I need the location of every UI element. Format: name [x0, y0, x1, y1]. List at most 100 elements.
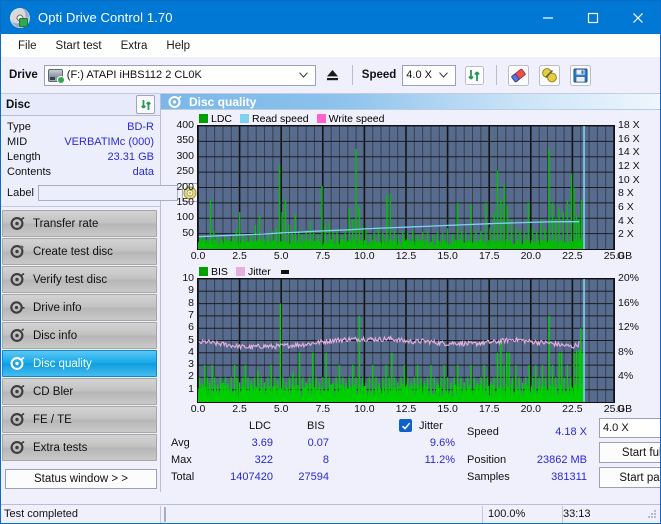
main-panel: Disc quality LDC Read speed Write speed … — [161, 94, 660, 492]
refresh-button[interactable] — [462, 63, 487, 88]
y-axis-left-top: 50 100 150 200 250 300 350 400 — [163, 119, 197, 248]
sidebar-item-label: Verify test disc — [33, 273, 108, 286]
disc-burn-icon — [10, 244, 25, 259]
y-tick-label: 6 — [188, 321, 194, 334]
stats-samples-value: 381311 — [551, 471, 587, 483]
y-tick-label: 5 — [188, 333, 194, 346]
y-tick-label: 250 — [176, 165, 194, 178]
disc-key-type: Type — [7, 121, 31, 133]
stats-position-value: 23862 MB — [536, 454, 587, 466]
legend-label-bis: BIS — [211, 265, 228, 278]
disc-label-input[interactable] — [37, 184, 178, 201]
speed-select[interactable]: 4.0 X — [402, 64, 457, 86]
x-tick-label: 0.0 — [190, 403, 206, 415]
drive-select[interactable]: (F:) ATAPI iHBS112 2 CL0K — [43, 64, 316, 86]
legend-entry-write-speed: Write speed — [316, 112, 385, 125]
maximize-button[interactable] — [570, 1, 615, 34]
y-tick-label: 7 — [188, 308, 194, 321]
disc-row-contents: Contents data — [7, 165, 154, 180]
minimize-button[interactable] — [525, 1, 570, 34]
eject-button[interactable] — [322, 65, 343, 86]
disc-panel: Disc Type BD-R MID VERBATIMc (000) Lengt… — [1, 94, 198, 207]
menu-item-help[interactable]: Help — [157, 37, 199, 55]
speed-label: Speed — [361, 69, 397, 81]
start-full-button[interactable]: Start full — [599, 442, 660, 463]
sidebar: Disc Type BD-R MID VERBATIMc (000) Lengt… — [1, 94, 198, 492]
legend-swatch-write-speed — [316, 114, 326, 123]
y-tick-label: 150 — [176, 195, 194, 208]
stats-row-avg: Avg — [171, 437, 190, 449]
y2-tick-label: 20% — [618, 272, 640, 284]
disc-refresh-button[interactable] — [136, 95, 155, 114]
toolbar: Drive (F:) ATAPI iHBS112 2 CL0K Speed 4.… — [1, 57, 660, 94]
content-area: Disc Type BD-R MID VERBATIMc (000) Lengt… — [1, 94, 660, 492]
drive-select-value: (F:) ATAPI iHBS112 2 CL0K — [66, 69, 202, 81]
stats-header-bis: BIS — [307, 420, 325, 432]
y2-tick-label: 18 X — [618, 119, 640, 131]
x-tick-label: 7.5 — [315, 250, 331, 262]
start-part-button[interactable]: Start part — [599, 467, 660, 488]
sidebar-item-drive-info[interactable]: Drive info — [2, 294, 157, 321]
drive-label: Drive — [9, 69, 38, 81]
menu-item-extra[interactable]: Extra — [112, 37, 157, 55]
disc-verify-icon — [10, 272, 25, 287]
gridlines — [198, 126, 614, 249]
menu-item-start-test[interactable]: Start test — [47, 37, 111, 55]
refresh-disc-icon — [140, 99, 151, 110]
sidebar-item-create-test-disc[interactable]: Create test disc — [2, 238, 157, 265]
sidebar-item-label: Drive info — [33, 301, 82, 314]
stats-area: LDC BIS Jitter Avg Max Total 3.69 322 14… — [161, 416, 660, 492]
sidebar-item-transfer-rate[interactable]: Transfer rate — [2, 210, 157, 237]
legend-label-read-speed: Read speed — [252, 112, 309, 125]
stats-ldc-total: 1407420 — [230, 471, 273, 483]
chart-ldc-readspeed: LDC Read speed Write speed 50 100 150 200 25… — [163, 112, 658, 263]
status-window-button[interactable]: Status window > > — [5, 469, 157, 489]
cd-bler-icon — [10, 384, 25, 399]
sidebar-item-verify-test-disc[interactable]: Verify test disc — [2, 266, 157, 293]
stats-bis-total: 27594 — [298, 471, 329, 483]
save-button[interactable] — [568, 63, 593, 88]
sidebar-item-disc-quality[interactable]: Disc quality — [2, 350, 157, 377]
resize-grip[interactable] — [646, 508, 658, 520]
window-controls — [525, 1, 660, 34]
sidebar-item-disc-info[interactable]: Disc info — [2, 322, 157, 349]
plot-row-bottom: 1 2 3 4 5 6 7 8 9 10 4% 8% 12% 16% 20% — [163, 272, 658, 403]
jitter-checkbox[interactable] — [399, 419, 412, 432]
sidebar-item-label: CD Bler — [33, 385, 74, 398]
x-axis-top: 0.0 2.5 5.0 7.5 10.0 12.5 15.0 17.5 20.0 22.5 25.0… — [163, 250, 658, 263]
sidebar-item-label: FE / TE — [33, 413, 72, 426]
legend-swatch-ldc — [199, 114, 208, 123]
x-tick-label: 20.0 — [520, 403, 542, 415]
bulb-icon — [539, 64, 561, 86]
stats-position-label: Position — [467, 454, 507, 466]
stats-bis-max: 8 — [322, 454, 329, 466]
speed-select-value: 4.0 X — [406, 69, 432, 81]
bulb-button[interactable] — [537, 63, 562, 88]
plot-top — [197, 125, 615, 250]
menu-item-file[interactable]: File — [9, 37, 46, 55]
y2-tick-label: 12% — [618, 321, 640, 334]
test-speed-select[interactable]: 4.0 X — [599, 418, 660, 438]
progress-bar — [161, 506, 482, 523]
disc-label-row: Label — [7, 183, 198, 202]
legend-label-write-speed: Write speed — [328, 112, 385, 125]
y-tick-label: 100 — [176, 211, 194, 224]
disc-test-icon — [10, 216, 25, 231]
x-tick-label: 12.5 — [395, 250, 417, 262]
app-window: Opti Drive Control 1.70 File Start test … — [0, 0, 661, 524]
stats-speed-value: 4.18 X — [555, 426, 587, 438]
sidebar-item-fe-te[interactable]: FE / TE — [2, 406, 157, 433]
y2-tick-label: 8 X — [618, 187, 634, 200]
x-axis-unit: GB — [617, 403, 633, 415]
toolbar-separator-1 — [351, 65, 353, 85]
disc-value-contents: data — [132, 166, 154, 178]
close-button[interactable] — [615, 1, 660, 34]
stats-jitter-max: 11.2% — [424, 454, 455, 466]
legend-entry-read-speed: Read speed — [240, 113, 309, 125]
sidebar-item-cd-bler[interactable]: CD Bler — [2, 378, 157, 405]
legend-swatch-extra — [280, 269, 289, 274]
eraser-button[interactable] — [506, 63, 531, 88]
y-tick-label: 2 — [188, 370, 194, 383]
legend-entry-jitter: Jitter — [235, 266, 271, 278]
sidebar-item-extra-tests[interactable]: Extra tests — [2, 434, 157, 461]
